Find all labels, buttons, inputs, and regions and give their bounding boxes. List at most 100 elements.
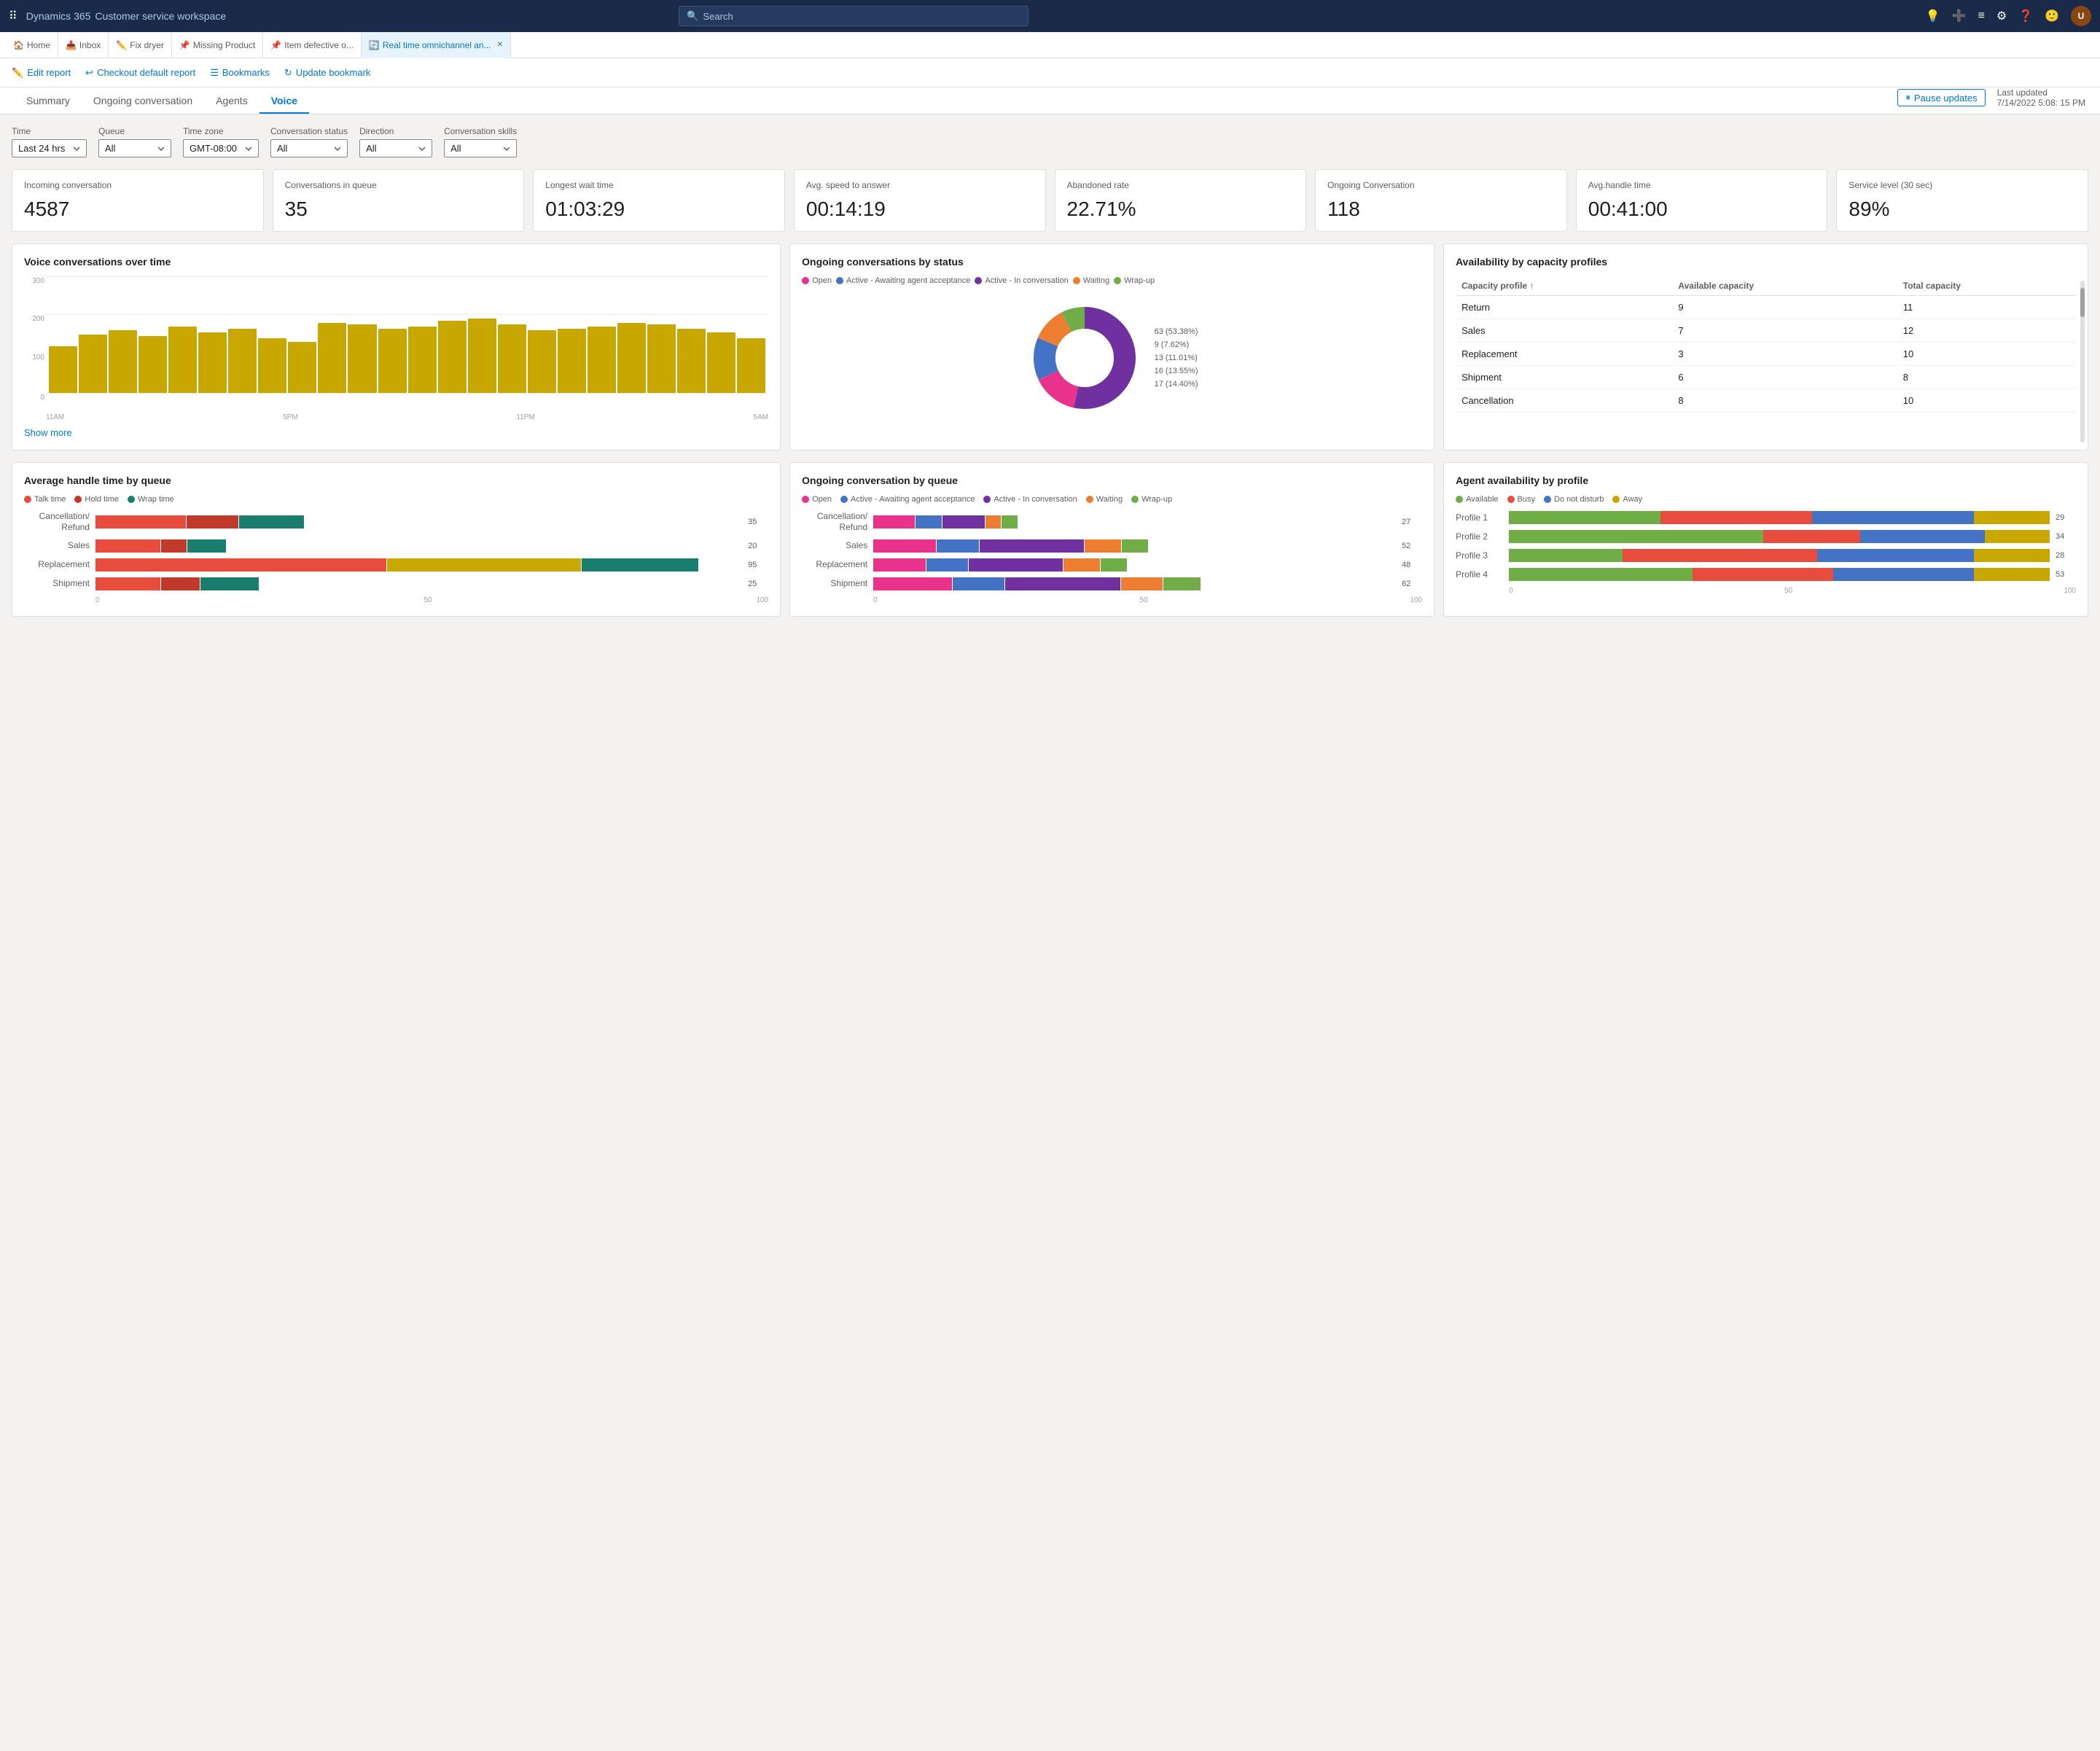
kpi-abandoned-value: 22.71% — [1067, 198, 1295, 221]
pin-icon: 📌 — [179, 40, 190, 50]
missing-product-label: Missing Product — [193, 40, 255, 50]
label-16: 16 (13.55%) — [1155, 367, 1198, 375]
tab-home[interactable]: 🏠 Home — [6, 32, 58, 58]
filter-direction-select[interactable]: All — [359, 139, 432, 157]
filter-conv-status-label: Conversation status — [270, 126, 348, 136]
menu-icon[interactable]: ≡ — [1978, 9, 1984, 23]
voice-bar[interactable] — [109, 330, 137, 392]
ongoing-by-status-title: Ongoing conversations by status — [802, 256, 1422, 268]
filter-time-label: Time — [12, 126, 87, 136]
tab-item-defective[interactable]: 📌 Item defective o... — [263, 32, 362, 58]
kpi-incoming-conv: Incoming conversation 4587 — [12, 169, 264, 232]
avail-by-capacity-card: Availability by capacity profiles Capaci… — [1443, 243, 2088, 451]
filter-queue: Queue All — [98, 126, 171, 157]
legend-dot-wrapup — [1114, 277, 1121, 284]
agent-avail-title: Agent availability by profile — [1456, 475, 2076, 486]
filter-conv-skills-select[interactable]: All — [444, 139, 517, 157]
voice-bar[interactable] — [138, 336, 167, 392]
tab-agents[interactable]: Agents — [204, 87, 259, 114]
tab-fix-dryer[interactable]: ✏️ Fix dryer — [109, 32, 172, 58]
legend-dnd: Do not disturb — [1544, 495, 1604, 504]
tab-voice[interactable]: Voice — [259, 87, 309, 114]
voice-bar[interactable] — [288, 342, 316, 392]
filters-row: Time Last 24 hrs Queue All Time zone GMT… — [12, 126, 2088, 157]
edit-report-button[interactable]: ✏️ Edit report — [12, 67, 71, 79]
voice-bar[interactable] — [168, 327, 197, 393]
scrollbar-thumb — [2080, 288, 2085, 317]
tab-close-icon[interactable]: ✕ — [497, 41, 503, 49]
voice-bar[interactable] — [617, 323, 646, 393]
search-box[interactable]: 🔍 Search — [679, 6, 1028, 26]
filter-timezone-select[interactable]: GMT-08:00 — [183, 139, 259, 157]
update-bookmark-button[interactable]: ↻ Update bookmark — [284, 67, 371, 79]
voice-bar[interactable] — [438, 321, 467, 393]
tab-missing-product[interactable]: 📌 Missing Product — [172, 32, 263, 58]
voice-bar[interactable] — [258, 338, 286, 393]
smiley-icon[interactable]: 🙂 — [2045, 9, 2059, 23]
voice-over-time-card: Voice conversations over time 300 200 10… — [12, 243, 781, 451]
voice-bar[interactable] — [647, 324, 676, 392]
kpi-incoming-value: 4587 — [24, 198, 251, 221]
tab-ongoing-conv[interactable]: Ongoing conversation — [82, 87, 204, 114]
settings-icon[interactable]: ⚙ — [1996, 9, 2007, 23]
tab-summary[interactable]: Summary — [15, 87, 82, 114]
hbar-sales: Sales 20 — [24, 539, 768, 553]
profile-axis: 0 50 100 — [1456, 587, 2076, 595]
apps-icon[interactable]: ⠿ — [9, 9, 17, 23]
voice-bar[interactable] — [408, 327, 437, 393]
legend-dot-open — [802, 277, 809, 284]
voice-bar[interactable] — [558, 329, 586, 393]
help-icon[interactable]: ❓ — [2018, 9, 2033, 23]
voice-bar[interactable] — [198, 332, 227, 393]
voice-bar[interactable] — [348, 324, 376, 392]
voice-bar[interactable] — [79, 335, 107, 393]
ongoing-queue-title: Ongoing conversation by queue — [802, 475, 1422, 486]
filter-conv-skills: Conversation skills All — [444, 126, 517, 157]
scrollbar-track[interactable] — [2080, 281, 2085, 442]
voice-bar[interactable] — [228, 329, 257, 393]
voice-bar[interactable] — [498, 324, 526, 392]
avail-by-capacity-title: Availability by capacity profiles — [1456, 256, 2076, 268]
voice-bar[interactable] — [528, 330, 556, 392]
add-icon[interactable]: ➕ — [1952, 9, 1967, 23]
legend-available: Available — [1456, 495, 1498, 504]
filter-direction-label: Direction — [359, 126, 432, 136]
filter-queue-select[interactable]: All — [98, 139, 171, 157]
filter-direction: Direction All — [359, 126, 432, 157]
label-9: 9 (7.62%) — [1155, 340, 1198, 349]
voice-bar[interactable] — [49, 346, 77, 393]
user-avatar[interactable]: U — [2071, 6, 2091, 26]
bars — [46, 276, 768, 393]
kpi-handle-time-value: 00:41:00 — [1588, 198, 1816, 221]
bookmarks-button[interactable]: ☰ Bookmarks — [210, 67, 270, 79]
tab-realtime[interactable]: 🔄 Real time omnichannel an... ✕ — [362, 32, 511, 58]
show-more-button[interactable]: Show more — [24, 427, 768, 438]
voice-bar[interactable] — [378, 329, 407, 393]
voice-bar[interactable] — [468, 319, 496, 392]
filter-time-select[interactable]: Last 24 hrs — [12, 139, 87, 157]
page-nav-right: ⏸ Pause updates Last updated 7/14/2022 5… — [1897, 87, 2085, 114]
chart-row-2: Average handle time by queue Talk time H… — [12, 462, 2088, 617]
tab-inbox[interactable]: 📥 Inbox — [58, 32, 109, 58]
refresh-icon: 🔄 — [369, 40, 380, 50]
checkout-default-button[interactable]: ↩ Checkout default report — [85, 67, 195, 79]
kpi-service-level-label: Service level (30 sec) — [1849, 180, 2076, 192]
voice-bar[interactable] — [318, 323, 346, 393]
filter-conv-status-select[interactable]: All — [270, 139, 348, 157]
pbar-profile4: Profile 4 53 — [1456, 568, 2076, 581]
hbar-shipment: Shipment 25 — [24, 577, 768, 590]
voice-bar[interactable] — [588, 327, 616, 393]
pause-updates-button[interactable]: ⏸ Pause updates — [1897, 89, 1985, 106]
voice-bar[interactable] — [737, 338, 765, 393]
ongoing-by-queue-card: Ongoing conversation by queue Open Activ… — [789, 462, 1435, 617]
kpi-handle-time-label: Avg.handle time — [1588, 180, 1816, 192]
voice-bar[interactable] — [677, 329, 706, 393]
kpi-abandoned-label: Abandoned rate — [1067, 180, 1295, 192]
table-row: Cancellation810 — [1456, 389, 2076, 412]
pencil-icon: ✏️ — [116, 40, 127, 50]
kpi-row: Incoming conversation 4587 Conversations… — [12, 169, 2088, 232]
lightbulb-icon[interactable]: 💡 — [1926, 9, 1940, 23]
page-content: Time Last 24 hrs Queue All Time zone GMT… — [0, 114, 2100, 640]
hbar-replacement: Replacement 95 — [24, 558, 768, 572]
voice-bar[interactable] — [707, 332, 735, 393]
